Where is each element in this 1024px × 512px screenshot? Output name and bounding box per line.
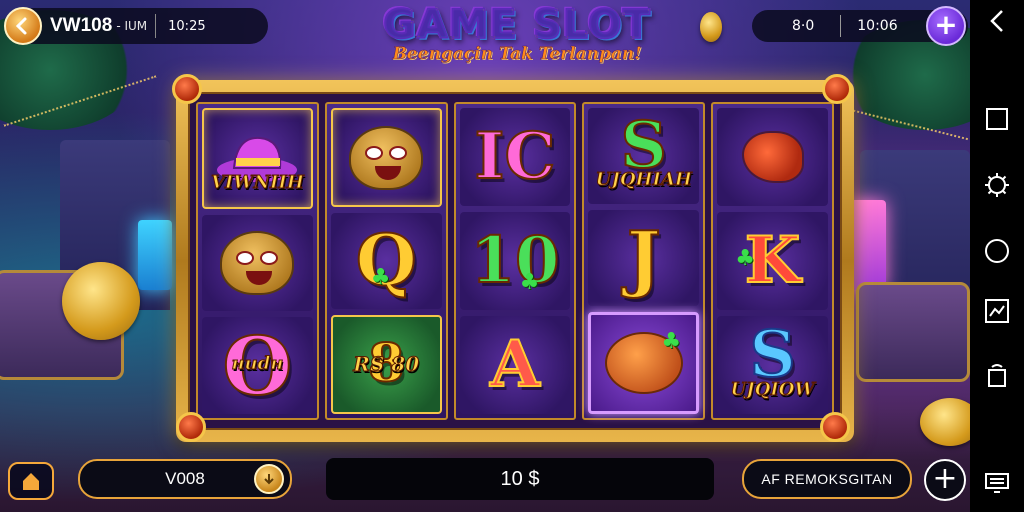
- win-amount-display: 10 $: [326, 458, 714, 500]
- title-block: GAME SLOT Beengaçin Tak Terlanpan!: [372, 1, 662, 65]
- reel-3: IC 10 ♣ A: [453, 102, 577, 420]
- frame-rose-icon: [822, 74, 852, 104]
- reel-4: S UJQHIAH J ♣: [582, 102, 706, 420]
- home-button[interactable]: [8, 462, 54, 500]
- keyboard-icon[interactable]: [982, 468, 1012, 498]
- clover-icon: ♣: [735, 246, 755, 271]
- symbol-letter: S: [748, 317, 796, 392]
- coin-pile-right: [920, 398, 970, 446]
- symbol-label: RS 80: [353, 351, 420, 376]
- symbol-hat: VIWNIIH: [202, 108, 313, 209]
- reel-1: VIWNIIH O ниdн: [196, 102, 319, 420]
- game-logo-icon[interactable]: [4, 7, 42, 45]
- symbol-s: S UJQHIAH: [588, 108, 700, 204]
- house-icon: [23, 473, 39, 490]
- stat-b: 10:06: [857, 18, 898, 34]
- add-funds-button[interactable]: +: [926, 6, 966, 46]
- frame-rose-icon: [172, 74, 202, 104]
- game-title: GAME SLOT: [372, 1, 662, 49]
- reel-2: Q ♣ 8 RS 80: [324, 102, 448, 420]
- slot-machine-frame: VIWNIIH O ниdн Q ♣ 8 RS 80 IC 10 ♣ A S U…: [176, 80, 854, 442]
- symbol-label: ниdн: [231, 353, 284, 375]
- symbol-label: UJQIOW: [730, 379, 815, 401]
- reel-5: K ♣ S UJQIOW: [711, 102, 834, 420]
- coin-icon[interactable]: [254, 464, 284, 494]
- balance-time: 10:25: [168, 18, 206, 34]
- symbol-j: J: [588, 210, 700, 306]
- arcade-screen-left: [138, 220, 172, 290]
- gear-icon[interactable]: [982, 170, 1012, 200]
- screenshot-icon[interactable]: [982, 296, 1012, 326]
- symbol-label: VIWNIIH: [210, 171, 304, 193]
- frame-rose-icon: [820, 412, 850, 442]
- circle-icon[interactable]: [982, 236, 1012, 266]
- symbol-letter: IC: [474, 119, 557, 194]
- game-subtitle: Beengaçin Tak Terlanpan!: [392, 44, 642, 65]
- bet-value: V008: [165, 469, 205, 488]
- bet-selector[interactable]: V008: [78, 459, 292, 499]
- add-bet-button[interactable]: +: [924, 459, 966, 501]
- symbol-q: Q ♣: [330, 213, 442, 309]
- symbol-ic: IC: [459, 108, 571, 206]
- symbol-letter: A: [489, 327, 541, 402]
- stat-a: 8⋅0: [792, 18, 815, 34]
- divider: [840, 15, 842, 37]
- divider: [155, 14, 157, 38]
- symbol-s-blue: S UJQIOW: [717, 316, 828, 414]
- account-bar: VW108 - IUM 10:25: [4, 7, 268, 45]
- auto-spin-button[interactable]: AF REMOKSGITAN: [742, 459, 912, 499]
- symbol-letter: J: [626, 215, 662, 300]
- square-icon[interactable]: [982, 104, 1012, 134]
- account-sub: - IUM: [116, 19, 148, 33]
- back-chevron-icon[interactable]: [982, 6, 1012, 36]
- treasure-chest-right: [856, 282, 970, 382]
- floating-coin: [700, 12, 722, 42]
- symbol-k: K ♣: [717, 212, 828, 310]
- rotate-icon[interactable]: [982, 360, 1012, 390]
- symbol-letter: 10: [469, 223, 560, 298]
- leaf-icon: ♣: [661, 329, 682, 354]
- symbol-monkey: [202, 214, 313, 312]
- frame-rose-icon: [176, 412, 206, 442]
- symbol-monkey: [330, 108, 442, 208]
- monkey-face-icon: [220, 231, 295, 295]
- system-nav-bar: [970, 0, 1024, 512]
- monkey-face-icon: [349, 125, 424, 190]
- clover-icon: ♣: [519, 270, 540, 295]
- gold-wheel: [62, 262, 140, 340]
- clover-icon: ♣: [370, 265, 391, 291]
- account-id: VW108: [50, 15, 113, 36]
- symbol-bird: [717, 108, 828, 206]
- symbol-o: O ниdн: [202, 317, 313, 415]
- game-scene: VW108 - IUM 10:25 GAME SLOT Beengaçin Ta…: [0, 0, 970, 512]
- win-amount: 10 $: [500, 467, 540, 490]
- symbol-a: A: [459, 316, 571, 414]
- bird-icon: [741, 131, 804, 183]
- symbol-fruit: ♣: [588, 312, 700, 414]
- reel-area: VIWNIIH O ниdн Q ♣ 8 RS 80 IC 10 ♣ A S U…: [188, 92, 842, 430]
- auto-spin-label: AF REMOKSGITAN: [761, 471, 893, 487]
- symbol-10: 10 ♣: [459, 212, 571, 310]
- symbol-rs80: 8 RS 80: [330, 314, 442, 414]
- symbol-label: UJQHIAH: [595, 169, 692, 191]
